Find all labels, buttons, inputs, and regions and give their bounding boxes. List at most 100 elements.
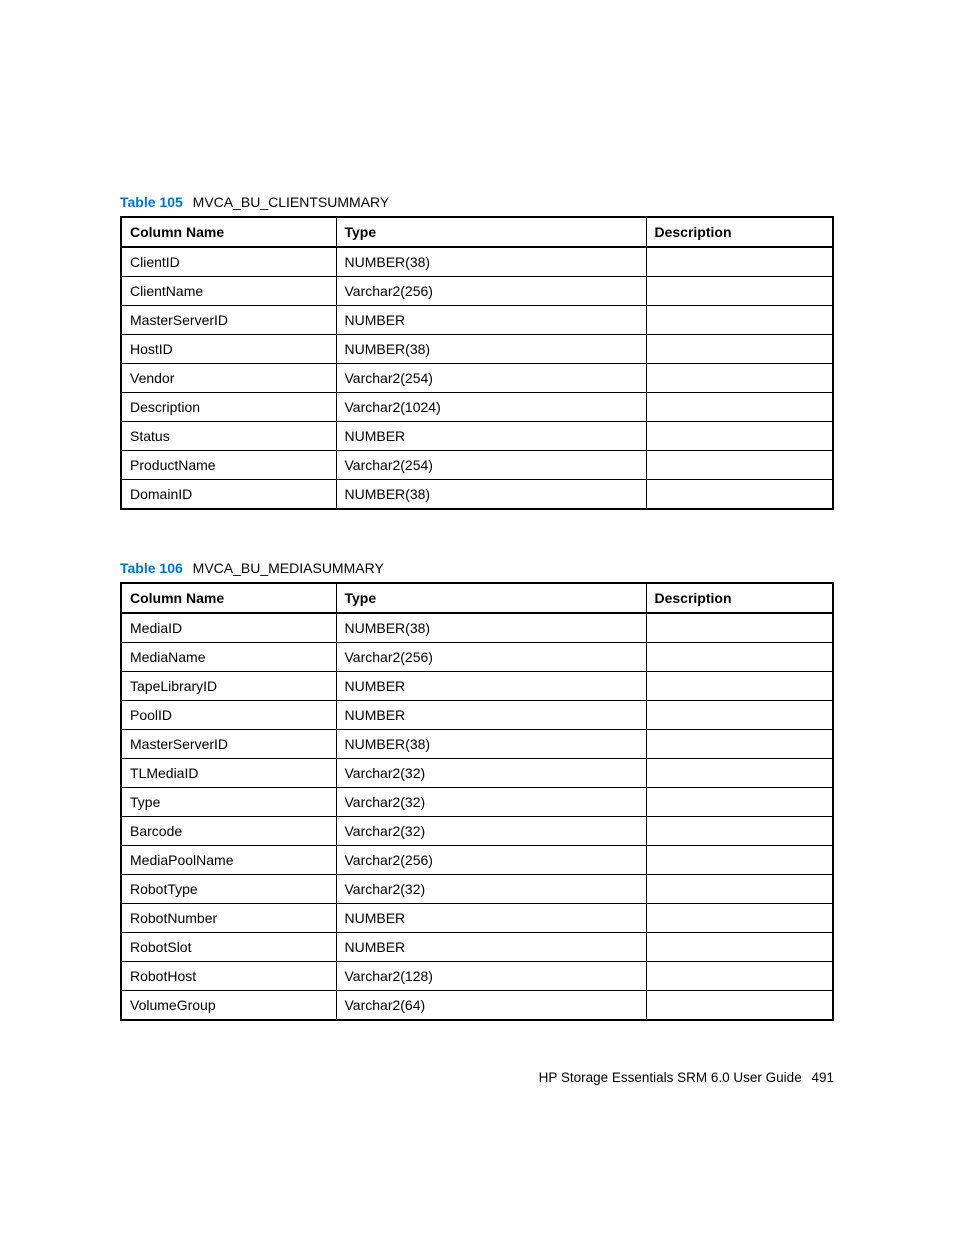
cell-column-name: RobotType — [121, 875, 336, 904]
table-row: PoolIDNUMBER — [121, 701, 833, 730]
cell-description — [646, 480, 833, 510]
schema-table-106: Column Name Type Description MediaIDNUMB… — [120, 582, 834, 1021]
table-title: MVCA_BU_MEDIASUMMARY — [193, 560, 384, 576]
cell-description — [646, 730, 833, 759]
cell-description — [646, 247, 833, 277]
cell-description — [646, 335, 833, 364]
table-row: ProductNameVarchar2(254) — [121, 451, 833, 480]
cell-description — [646, 672, 833, 701]
table-caption-105: Table 105 MVCA_BU_CLIENTSUMMARY — [120, 194, 834, 210]
table-row: RobotHostVarchar2(128) — [121, 962, 833, 991]
cell-type: Varchar2(128) — [336, 962, 646, 991]
cell-column-name: Description — [121, 393, 336, 422]
table-row: TypeVarchar2(32) — [121, 788, 833, 817]
table-row: TapeLibraryIDNUMBER — [121, 672, 833, 701]
table-row: MasterServerIDNUMBER(38) — [121, 730, 833, 759]
cell-column-name: VolumeGroup — [121, 991, 336, 1021]
cell-column-name: ClientName — [121, 277, 336, 306]
table-row: ClientIDNUMBER(38) — [121, 247, 833, 277]
cell-type: NUMBER — [336, 904, 646, 933]
cell-column-name: ProductName — [121, 451, 336, 480]
cell-type: Varchar2(254) — [336, 364, 646, 393]
footer-text: HP Storage Essentials SRM 6.0 User Guide — [539, 1070, 802, 1085]
cell-type: NUMBER — [336, 933, 646, 962]
cell-description — [646, 701, 833, 730]
cell-description — [646, 393, 833, 422]
cell-description — [646, 846, 833, 875]
cell-column-name: DomainID — [121, 480, 336, 510]
cell-type: NUMBER(38) — [336, 613, 646, 643]
cell-column-name: PoolID — [121, 701, 336, 730]
schema-table-105: Column Name Type Description ClientIDNUM… — [120, 216, 834, 510]
th-description: Description — [646, 217, 833, 247]
footer-page-number: 491 — [811, 1070, 834, 1085]
table-row: ClientNameVarchar2(256) — [121, 277, 833, 306]
cell-column-name: Status — [121, 422, 336, 451]
cell-type: NUMBER — [336, 672, 646, 701]
cell-type: Varchar2(1024) — [336, 393, 646, 422]
cell-type: NUMBER — [336, 422, 646, 451]
cell-description — [646, 422, 833, 451]
cell-description — [646, 933, 833, 962]
cell-description — [646, 759, 833, 788]
cell-type: Varchar2(32) — [336, 788, 646, 817]
table-row: VendorVarchar2(254) — [121, 364, 833, 393]
cell-type: Varchar2(254) — [336, 451, 646, 480]
table-row: RobotNumberNUMBER — [121, 904, 833, 933]
cell-description — [646, 817, 833, 846]
cell-description — [646, 904, 833, 933]
cell-column-name: Barcode — [121, 817, 336, 846]
cell-type: Varchar2(64) — [336, 991, 646, 1021]
cell-type: Varchar2(32) — [336, 817, 646, 846]
table-caption-106: Table 106 MVCA_BU_MEDIASUMMARY — [120, 560, 834, 576]
cell-description — [646, 788, 833, 817]
table-row: TLMediaIDVarchar2(32) — [121, 759, 833, 788]
cell-description — [646, 875, 833, 904]
cell-description — [646, 991, 833, 1021]
cell-column-name: MediaName — [121, 643, 336, 672]
table-row: VolumeGroupVarchar2(64) — [121, 991, 833, 1021]
cell-description — [646, 643, 833, 672]
cell-type: Varchar2(256) — [336, 643, 646, 672]
cell-type: Varchar2(32) — [336, 875, 646, 904]
th-description: Description — [646, 583, 833, 613]
cell-column-name: RobotHost — [121, 962, 336, 991]
cell-description — [646, 962, 833, 991]
cell-column-name: MasterServerID — [121, 306, 336, 335]
cell-column-name: HostID — [121, 335, 336, 364]
table-title: MVCA_BU_CLIENTSUMMARY — [193, 194, 390, 210]
cell-description — [646, 364, 833, 393]
cell-type: NUMBER(38) — [336, 730, 646, 759]
cell-type: Varchar2(256) — [336, 277, 646, 306]
th-type: Type — [336, 217, 646, 247]
table-label: Table 105 — [120, 194, 183, 210]
cell-column-name: MasterServerID — [121, 730, 336, 759]
cell-column-name: Vendor — [121, 364, 336, 393]
cell-type: NUMBER — [336, 306, 646, 335]
cell-description — [646, 451, 833, 480]
cell-description — [646, 306, 833, 335]
cell-column-name: TLMediaID — [121, 759, 336, 788]
th-column-name: Column Name — [121, 217, 336, 247]
table-row: MediaIDNUMBER(38) — [121, 613, 833, 643]
page-footer: HP Storage Essentials SRM 6.0 User Guide… — [0, 1070, 954, 1085]
cell-type: Varchar2(32) — [336, 759, 646, 788]
table-row: MasterServerIDNUMBER — [121, 306, 833, 335]
table-row: RobotTypeVarchar2(32) — [121, 875, 833, 904]
cell-column-name: MediaID — [121, 613, 336, 643]
cell-column-name: MediaPoolName — [121, 846, 336, 875]
table-row: BarcodeVarchar2(32) — [121, 817, 833, 846]
page-content: Table 105 MVCA_BU_CLIENTSUMMARY Column N… — [0, 0, 954, 1021]
table-row: StatusNUMBER — [121, 422, 833, 451]
cell-column-name: Type — [121, 788, 336, 817]
cell-type: NUMBER(38) — [336, 335, 646, 364]
cell-column-name: RobotSlot — [121, 933, 336, 962]
table-row: MediaPoolNameVarchar2(256) — [121, 846, 833, 875]
th-type: Type — [336, 583, 646, 613]
cell-description — [646, 277, 833, 306]
cell-column-name: RobotNumber — [121, 904, 336, 933]
table-header-row: Column Name Type Description — [121, 583, 833, 613]
table-row: MediaNameVarchar2(256) — [121, 643, 833, 672]
table-label: Table 106 — [120, 560, 183, 576]
table-row: RobotSlotNUMBER — [121, 933, 833, 962]
